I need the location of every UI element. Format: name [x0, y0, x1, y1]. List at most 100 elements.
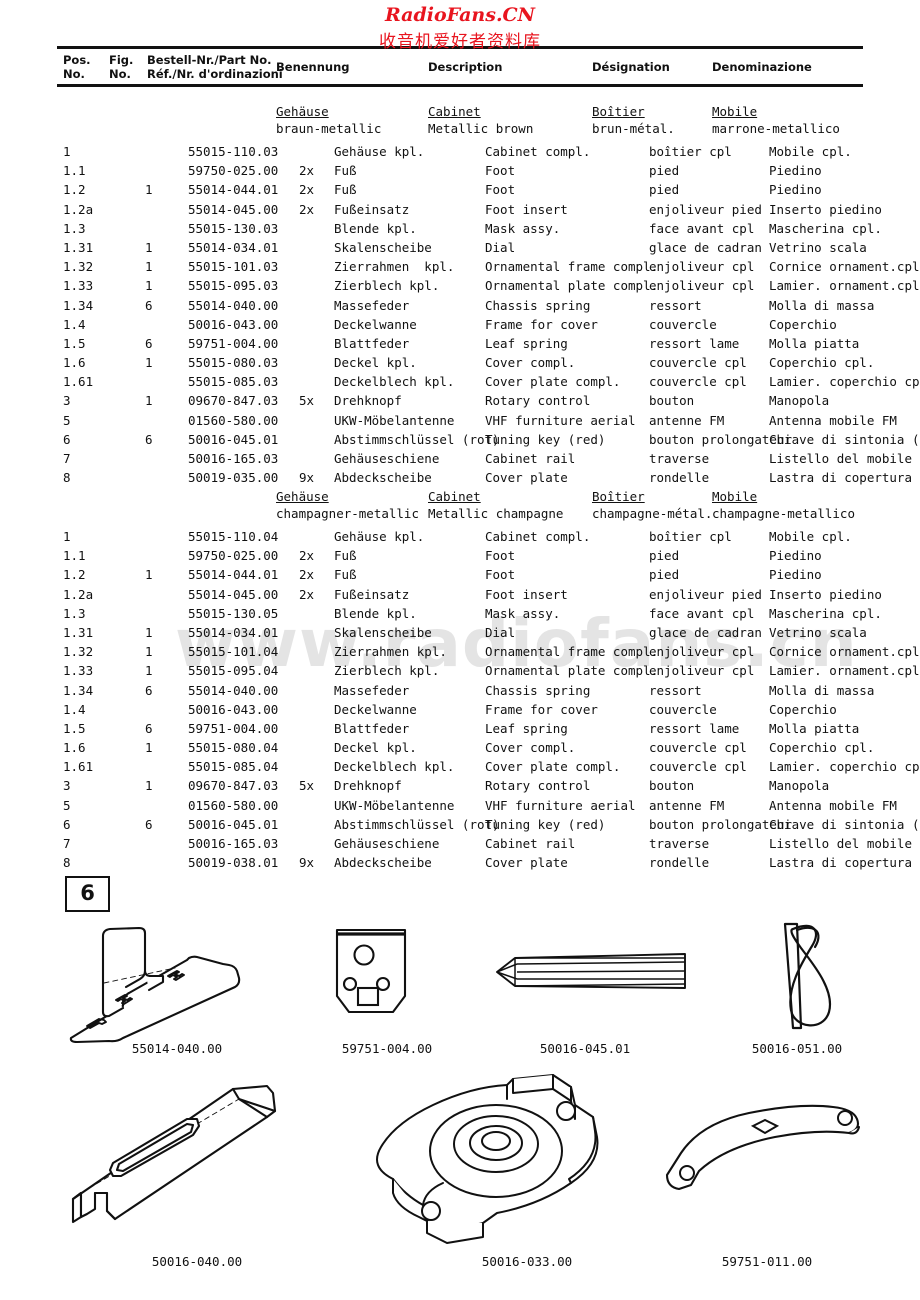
section-sub-fr: champagne-métal.: [592, 506, 713, 521]
row-order-number: 55015-095.03: [188, 278, 279, 294]
row-description: Tuning key (red): [485, 431, 606, 447]
row-description: Foot: [485, 567, 516, 583]
section-title-de: Gehäuse: [276, 104, 329, 119]
row-description: Foot: [485, 548, 516, 564]
row-benennung: Gehäuseschiene: [334, 836, 440, 851]
row-order-number: 55014-034.01: [188, 239, 279, 255]
row-order-number: 55014-045.00: [188, 586, 279, 602]
row-fig: 1: [145, 259, 153, 275]
row-denominazione: Coperchio cpl.: [769, 355, 875, 371]
row-description: Leaf spring: [485, 720, 568, 736]
row-description: Leaf spring: [485, 335, 568, 351]
row-order-number: 50019-035.00: [188, 470, 279, 486]
row-benennung: Deckelwanne: [334, 316, 417, 332]
row-fig: 6: [145, 335, 153, 351]
row-benennung: Deckelblech kpl.: [334, 374, 455, 390]
drawing-cabinet-rail: [67, 1081, 327, 1231]
row-fig: 1: [145, 663, 153, 679]
row-benennung: Deckel kpl.: [334, 355, 417, 371]
row-pos: 1.5: [63, 720, 86, 736]
row-qty: 2x: [299, 163, 315, 179]
caption-tuning-key: 50016-045.01: [539, 1041, 631, 1056]
row-fig: 1: [145, 239, 153, 255]
row-fig: 6: [145, 816, 153, 832]
row-denominazione: Molla piatta: [769, 720, 860, 736]
row-order-number: 50016-165.03: [188, 451, 279, 466]
row-benennung: UKW-Möbelantenne: [334, 412, 455, 428]
row-benennung: Fußeinsatz: [334, 201, 410, 217]
table-top-rule: [57, 46, 863, 49]
section-sub-en: Metallic brown: [428, 121, 534, 136]
row-denominazione: Lamier. coperchio cpl.: [769, 374, 920, 390]
row-denominazione: Molla di massa: [769, 682, 875, 698]
row-designation: couvercle cpl: [649, 374, 747, 390]
row-denominazione: Molla piatta: [769, 335, 860, 351]
table-row: 1.61 55015-085.04 Deckelblech kpl. Cover pl…: [57, 757, 920, 776]
row-description: Cabinet rail: [485, 836, 576, 851]
row-designation: antenne FM: [649, 412, 725, 428]
row-description: Dial: [485, 239, 516, 255]
row-order-number: 50019-038.01: [188, 855, 279, 871]
table-row: 1.1 59750-025.00 2x Fuß Foot pied Piedino: [57, 546, 863, 565]
row-denominazione: Cornice ornament.cpl.: [769, 644, 920, 660]
row-benennung: Blende kpl.: [334, 220, 417, 236]
row-benennung: Deckelwanne: [334, 701, 417, 717]
row-order-number: 55015-095.04: [188, 663, 279, 679]
section-heading: Gehäuse champagner-metallic Cabinet Meta…: [57, 489, 863, 527]
section-title-de: Gehäuse: [276, 489, 329, 504]
figure-number-badge: 6: [65, 876, 110, 912]
table-row: 1.34 6 55014-040.00 Massefeder Chassis sprin…: [57, 296, 874, 315]
row-pos: 1: [63, 529, 71, 544]
row-denominazione: Piedino: [769, 163, 822, 179]
table-row: 1.2a 55014-045.00 2x Fußeinsatz Foot insert e…: [57, 200, 882, 219]
row-pos: 1.32: [63, 259, 94, 275]
caption-cabinet-rail: 50016-040.00: [151, 1254, 243, 1269]
row-description: Cover plate: [485, 470, 568, 486]
row-pos: 7: [63, 836, 71, 851]
row-benennung: Gehäuseschiene: [334, 451, 440, 466]
row-description: Cover plate compl.: [485, 759, 621, 775]
row-order-number: 55015-101.03: [188, 259, 279, 275]
row-denominazione: Manopola: [769, 778, 830, 794]
row-qty: 2x: [299, 586, 315, 602]
row-benennung: Fußeinsatz: [334, 586, 410, 602]
row-denominazione: Manopola: [769, 393, 830, 409]
table-row: 1.3 55015-130.03 Blende kpl. Mask assy. face…: [57, 219, 882, 238]
row-designation: glace de cadran: [649, 624, 762, 640]
row-denominazione: Piedino: [769, 548, 822, 564]
row-fig: 6: [145, 431, 153, 447]
row-benennung: Drehknopf: [334, 778, 402, 794]
section-title-it: Mobile: [712, 489, 758, 504]
row-qty: 9x: [299, 855, 315, 871]
table-row: 1.2 1 55014-044.01 2x Fuß Foot pied Piedino: [57, 565, 863, 584]
row-pos: 8: [63, 855, 71, 871]
row-designation: enjoliveur cpl: [649, 663, 755, 679]
row-denominazione: Lastra di copertura: [769, 470, 912, 486]
row-pos: 7: [63, 451, 71, 466]
row-order-number: 55014-044.01: [188, 182, 279, 198]
row-designation: ressort: [649, 682, 702, 698]
row-qty: 9x: [299, 470, 315, 486]
row-benennung: Zierrahmen kpl.: [334, 259, 455, 275]
row-fig: 1: [145, 355, 153, 371]
figure-block: 6 55014-040.00 59751-004.00 50016-045.01…: [57, 876, 863, 1286]
row-pos: 1.61: [63, 374, 94, 390]
row-denominazione: Mobile cpl.: [769, 529, 852, 544]
drawing-strap: [657, 1101, 872, 1211]
row-pos: 1.33: [63, 663, 94, 679]
table-row: 1.61 55015-085.03 Deckelblech kpl. Cover pl…: [57, 372, 920, 391]
row-order-number: 50016-043.00: [188, 701, 279, 717]
row-benennung: Zierrahmen kpl.: [334, 644, 447, 660]
header-designation: Désignation: [592, 60, 670, 74]
row-designation: glace de cadran: [649, 239, 762, 255]
table-row: 1.31 1 55014-034.01 Skalenscheibe Dial glace …: [57, 238, 867, 257]
row-denominazione: Coperchio: [769, 316, 837, 332]
table-row: 1.34 6 55014-040.00 Massefeder Chassis sprin…: [57, 681, 874, 700]
caption-wire-clip: 50016-051.00: [751, 1041, 843, 1056]
row-benennung: Fuß: [334, 548, 357, 564]
row-designation: enjoliveur cpl: [649, 259, 755, 275]
row-designation: face avant cpl: [649, 220, 755, 236]
table-row: 1 55015-110.04 Gehäuse kpl. Cabinet compl. b…: [57, 527, 863, 546]
caption-chassis-spring: 55014-040.00: [131, 1041, 223, 1056]
row-designation: traverse: [649, 836, 710, 851]
